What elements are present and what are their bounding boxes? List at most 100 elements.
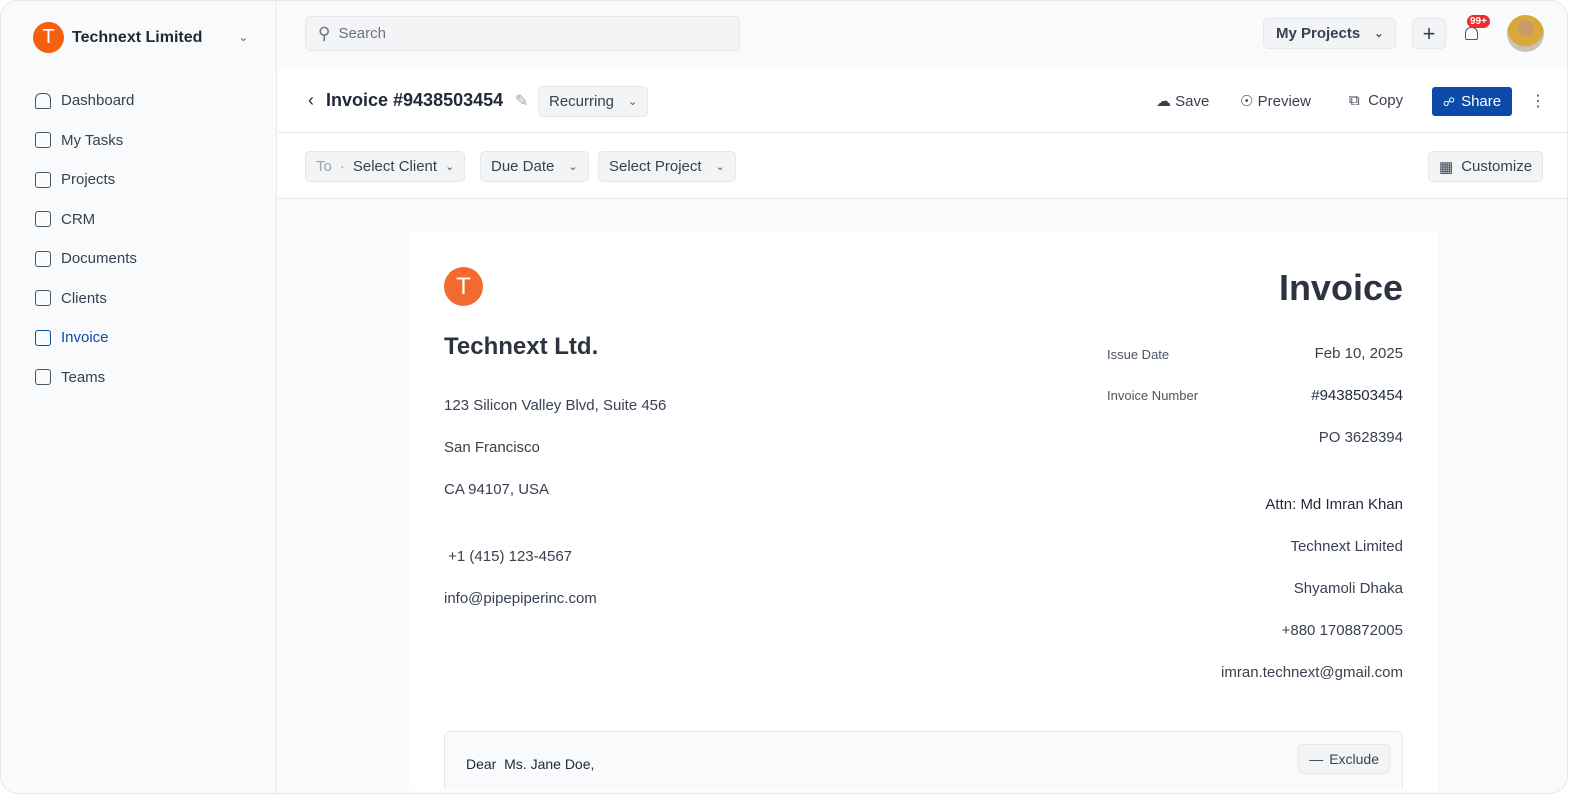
share-icon: ☍ (1442, 94, 1456, 109)
sidebar-item-label: Clients (61, 289, 107, 307)
invoice-title: Invoice #9438503454 (326, 90, 504, 110)
company-state: CA 94107, USA (444, 481, 550, 498)
sidebar: T Technext Limited ⌄ Dashboard My Tasks … (1, 1, 277, 793)
clipboard-icon (35, 132, 51, 149)
client-address: Shyamoli Dhaka (1293, 580, 1403, 597)
invoice-filters: To · Select Client ⌄ Due Date ⌄ Select Proje… (278, 133, 1567, 199)
share-label: Share (1461, 93, 1502, 110)
client-label: Select Client (352, 158, 438, 175)
project-select[interactable]: Select Project ⌄ (598, 151, 736, 182)
minus-icon: — (1309, 751, 1324, 767)
search-input[interactable]: ⚲ Search (305, 16, 740, 51)
sidebar-item-my-tasks[interactable]: My Tasks (35, 121, 255, 161)
copy-icon: ⧉ (1349, 92, 1360, 109)
eye-icon: ☉ (1240, 93, 1254, 110)
issue-date-label: Issue Date (1107, 347, 1170, 362)
bell-icon (1465, 27, 1478, 40)
copy-label: Copy (1368, 92, 1404, 109)
save-button[interactable]: ☁ Save (1156, 92, 1209, 110)
user-avatar[interactable] (1507, 15, 1544, 52)
org-logo: T (33, 22, 64, 53)
invoice-canvas: T Invoice Technext Ltd. 123 Silicon Vall… (278, 199, 1567, 793)
copy-button[interactable]: ⧉ Copy (1349, 92, 1403, 109)
due-date-label: Due Date (491, 158, 555, 175)
notifications-button[interactable]: 99+ (1462, 15, 1490, 43)
sidebar-item-label: Projects (61, 171, 116, 189)
back-icon[interactable]: ‹ (308, 90, 314, 111)
preview-label: Preview (1257, 93, 1311, 110)
recurring-label: Recurring (549, 93, 615, 110)
client-phone: +880 1708872005 (1281, 622, 1403, 639)
org-name: Technext Limited (72, 28, 203, 46)
company-name: Technext Ltd. (444, 333, 599, 360)
sidebar-item-label: Invoice (61, 329, 109, 347)
team-icon (35, 369, 51, 386)
client-email: imran.technext@gmail.com (1221, 664, 1403, 681)
top-bar: ⚲ Search My Projects ⌄ + 99+ (278, 1, 1567, 69)
recurring-dropdown[interactable]: Recurring ⌄ (538, 86, 649, 117)
sidebar-item-teams[interactable]: Teams (35, 358, 255, 398)
exclude-label: Exclude (1329, 751, 1379, 767)
search-icon: ⚲ (318, 23, 331, 43)
issue-date-value: Feb 10, 2025 (1314, 345, 1403, 362)
edit-icon[interactable]: ✎ (515, 91, 528, 111)
client-company: Technext Limited (1290, 538, 1403, 555)
invoice-number-value: #9438503454 (1311, 387, 1403, 404)
notification-badge: 99+ (1467, 15, 1490, 28)
customize-button[interactable]: ▦ Customize (1428, 151, 1544, 182)
invoice-number-label: Invoice Number (1107, 388, 1199, 403)
invoice-title-bar: ‹ Invoice #9438503454 ✎ Recurring ⌄ ☁ Sav… (278, 69, 1567, 133)
chevron-down-icon: ⌄ (628, 96, 638, 108)
client-select[interactable]: To · Select Client ⌄ (305, 151, 466, 182)
save-label: Save (1175, 93, 1210, 110)
company-phone: +1 (415) 123-4567 (444, 548, 573, 565)
to-label: To (316, 158, 332, 175)
bookmark-icon (35, 329, 51, 346)
share-button[interactable]: ☍ Share (1432, 87, 1512, 116)
greeting-text: Dear Ms. Jane Doe, (466, 756, 595, 772)
my-projects-label: My Projects (1276, 25, 1361, 42)
chevron-down-icon: ⌄ (1374, 28, 1384, 40)
sidebar-item-documents[interactable]: Documents (35, 239, 255, 279)
sidebar-item-invoice[interactable]: Invoice (35, 318, 255, 358)
chevron-down-icon: ⌄ (568, 161, 578, 173)
sidebar-item-label: Teams (61, 368, 106, 386)
attention-line: Attn: Md Imran Khan (1265, 496, 1403, 513)
sidebar-item-crm[interactable]: CRM (35, 200, 255, 240)
sidebar-item-label: Documents (61, 250, 137, 268)
sidebar-item-label: Dashboard (61, 92, 135, 110)
app-window: T Technext Limited ⌄ Dashboard My Tasks … (0, 0, 1568, 794)
company-email: info@pipepiperinc.com (444, 590, 597, 607)
sidebar-item-clients[interactable]: Clients (35, 279, 255, 319)
po-number: PO 3628394 (1318, 429, 1403, 446)
sidebar-item-projects[interactable]: Projects (35, 160, 255, 200)
company-city: San Francisco (444, 439, 540, 456)
company-logo: T (444, 267, 483, 306)
kanban-icon (35, 171, 51, 188)
document-icon (35, 250, 51, 267)
add-button[interactable]: + (1412, 18, 1446, 49)
invoice-paper: T Invoice Technext Ltd. 123 Silicon Vall… (409, 231, 1438, 791)
home-icon (35, 92, 51, 109)
search-placeholder: Search (338, 25, 386, 42)
sidebar-item-label: My Tasks (61, 131, 124, 149)
project-label: Select Project (609, 158, 702, 175)
contact-icon (35, 290, 51, 307)
phone-icon (35, 211, 51, 228)
greeting-section: Dear Ms. Jane Doe, — Exclude (444, 731, 1403, 789)
preview-button[interactable]: ☉ Preview (1240, 92, 1311, 110)
chevron-down-icon: ⌄ (445, 161, 455, 173)
sidebar-item-dashboard[interactable]: Dashboard (35, 81, 255, 121)
chevron-down-icon: ⌄ (715, 161, 725, 173)
cloud-download-icon: ☁ (1156, 93, 1171, 110)
my-projects-dropdown[interactable]: My Projects ⌄ (1263, 18, 1397, 49)
due-date-select[interactable]: Due Date ⌄ (480, 151, 589, 182)
org-switcher[interactable]: T Technext Limited ⌄ (33, 22, 248, 53)
grid-icon: ▦ (1439, 158, 1454, 176)
more-options-icon[interactable]: ⋮ (1530, 91, 1546, 111)
company-address: 123 Silicon Valley Blvd, Suite 456 (444, 397, 667, 414)
exclude-button[interactable]: — Exclude (1298, 744, 1390, 774)
invoice-heading: Invoice (1278, 267, 1403, 308)
sidebar-nav: Dashboard My Tasks Projects CRM Document… (35, 81, 255, 397)
sidebar-item-label: CRM (61, 210, 96, 228)
